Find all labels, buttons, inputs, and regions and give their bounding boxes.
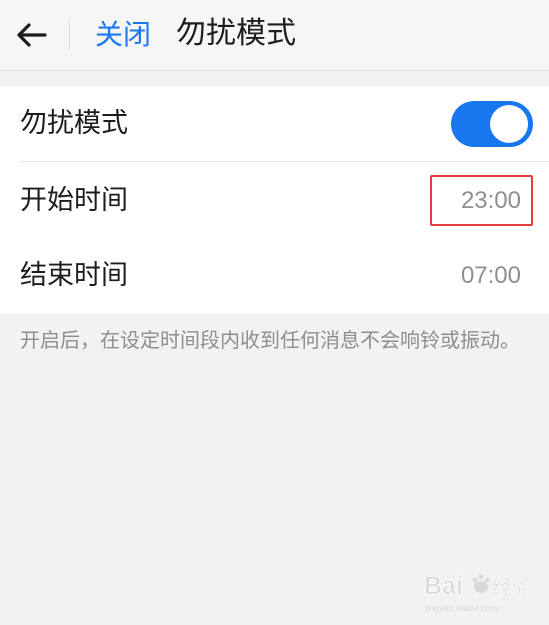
dnd-description: 开启后，在设定时间段内收到任何消息不会响铃或振动。 xyxy=(20,328,520,352)
do-not-disturb-label: 勿扰模式 xyxy=(20,108,128,139)
start-time-value[interactable]: 23:00 xyxy=(461,181,521,221)
settings-list: 勿扰模式 开始时间 23:00 结束时间 07:00 xyxy=(0,86,549,314)
row-divider xyxy=(20,161,549,162)
end-time-value[interactable]: 07:00 xyxy=(461,256,521,296)
svg-text:Bai: Bai xyxy=(424,572,463,600)
header-divider xyxy=(69,18,70,50)
end-time-row[interactable]: 结束时间 07:00 xyxy=(0,238,549,314)
arrow-left-icon xyxy=(17,23,47,47)
back-button[interactable] xyxy=(14,18,50,52)
toggle-knob xyxy=(490,105,528,143)
end-time-label: 结束时间 xyxy=(20,260,128,291)
svg-text:经验: 经验 xyxy=(492,575,527,599)
start-time-row[interactable]: 开始时间 23:00 xyxy=(0,163,549,239)
page-title: 勿扰模式 xyxy=(176,16,296,51)
start-time-label: 开始时间 xyxy=(20,185,128,216)
close-button[interactable]: 关闭 xyxy=(95,14,151,56)
do-not-disturb-row: 勿扰模式 xyxy=(0,86,549,162)
svg-text:jingyan.baidu.com: jingyan.baidu.com xyxy=(424,603,498,613)
do-not-disturb-toggle[interactable] xyxy=(451,101,533,147)
top-bar: 关闭 勿扰模式 xyxy=(0,0,549,71)
watermark-logo: Bai 经验 jingyan.baidu.com xyxy=(423,565,527,617)
